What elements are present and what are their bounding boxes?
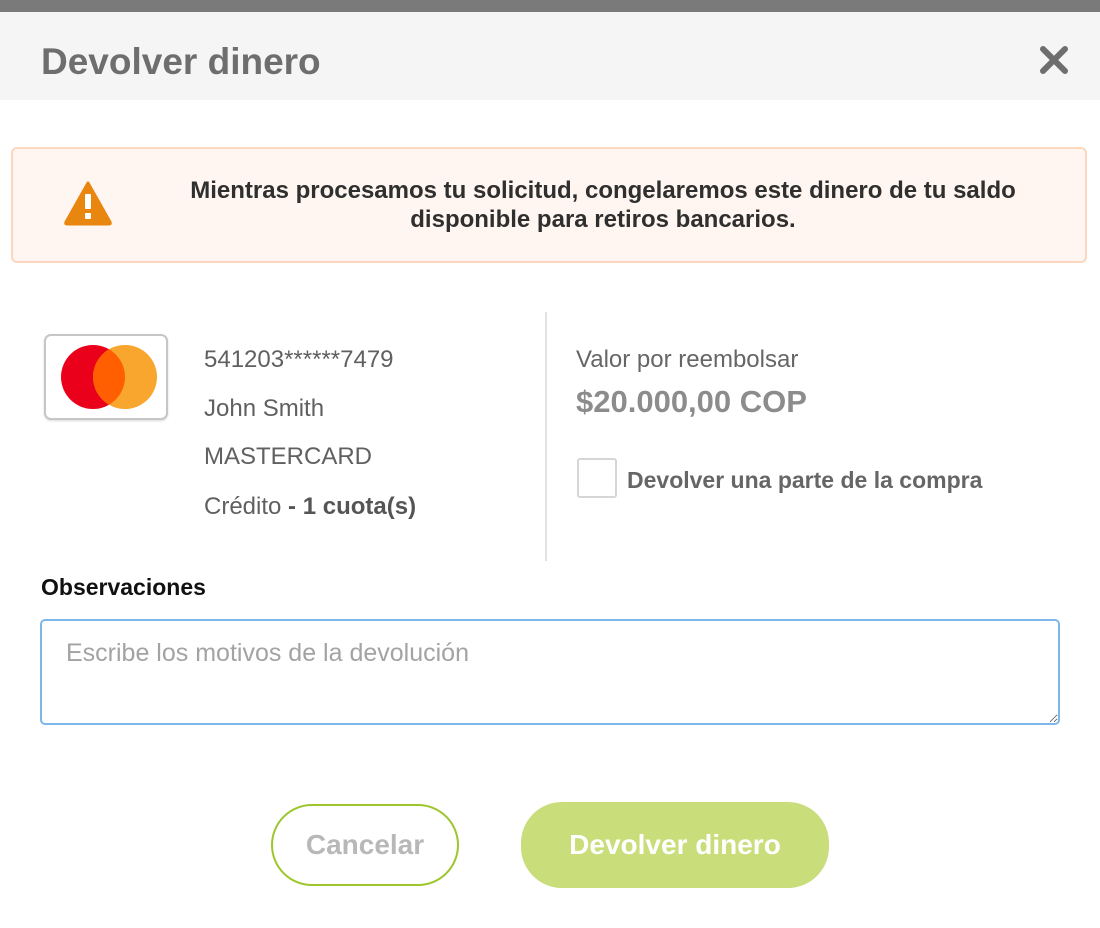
card-holder-name: John Smith <box>204 395 325 422</box>
observations-textarea[interactable] <box>40 619 1060 725</box>
partial-refund-label[interactable]: Devolver una parte de la compra <box>627 467 982 493</box>
cancel-button[interactable]: Cancelar <box>271 804 459 886</box>
refund-amount: $20.000,00 COP <box>576 384 807 419</box>
modal-header: Devolver dinero <box>0 12 1100 100</box>
card-number: 541203******7479 <box>204 346 394 373</box>
card-type-label: Crédito <box>204 493 282 520</box>
mastercard-logo <box>44 334 168 420</box>
alert-message: Mientras procesamos tu solicitud, congel… <box>190 177 1016 233</box>
close-icon[interactable] <box>1034 40 1074 80</box>
refund-modal: Devolver dinero Mientras procesamos tu s… <box>0 12 1100 928</box>
vertical-divider <box>545 312 547 561</box>
card-installments: - 1 cuota(s) <box>288 493 417 520</box>
partial-refund-checkbox[interactable] <box>577 458 617 498</box>
modal-title: Devolver dinero <box>41 41 321 82</box>
warning-icon <box>63 180 113 226</box>
card-payment-type: Crédito - 1 cuota(s) <box>204 493 416 521</box>
refund-submit-button[interactable]: Devolver dinero <box>521 802 829 888</box>
warning-alert: Mientras procesamos tu solicitud, congel… <box>11 147 1087 263</box>
observations-label: Observaciones <box>41 574 206 600</box>
refund-value-label: Valor por reembolsar <box>576 346 799 373</box>
card-brand: MASTERCARD <box>204 443 373 470</box>
